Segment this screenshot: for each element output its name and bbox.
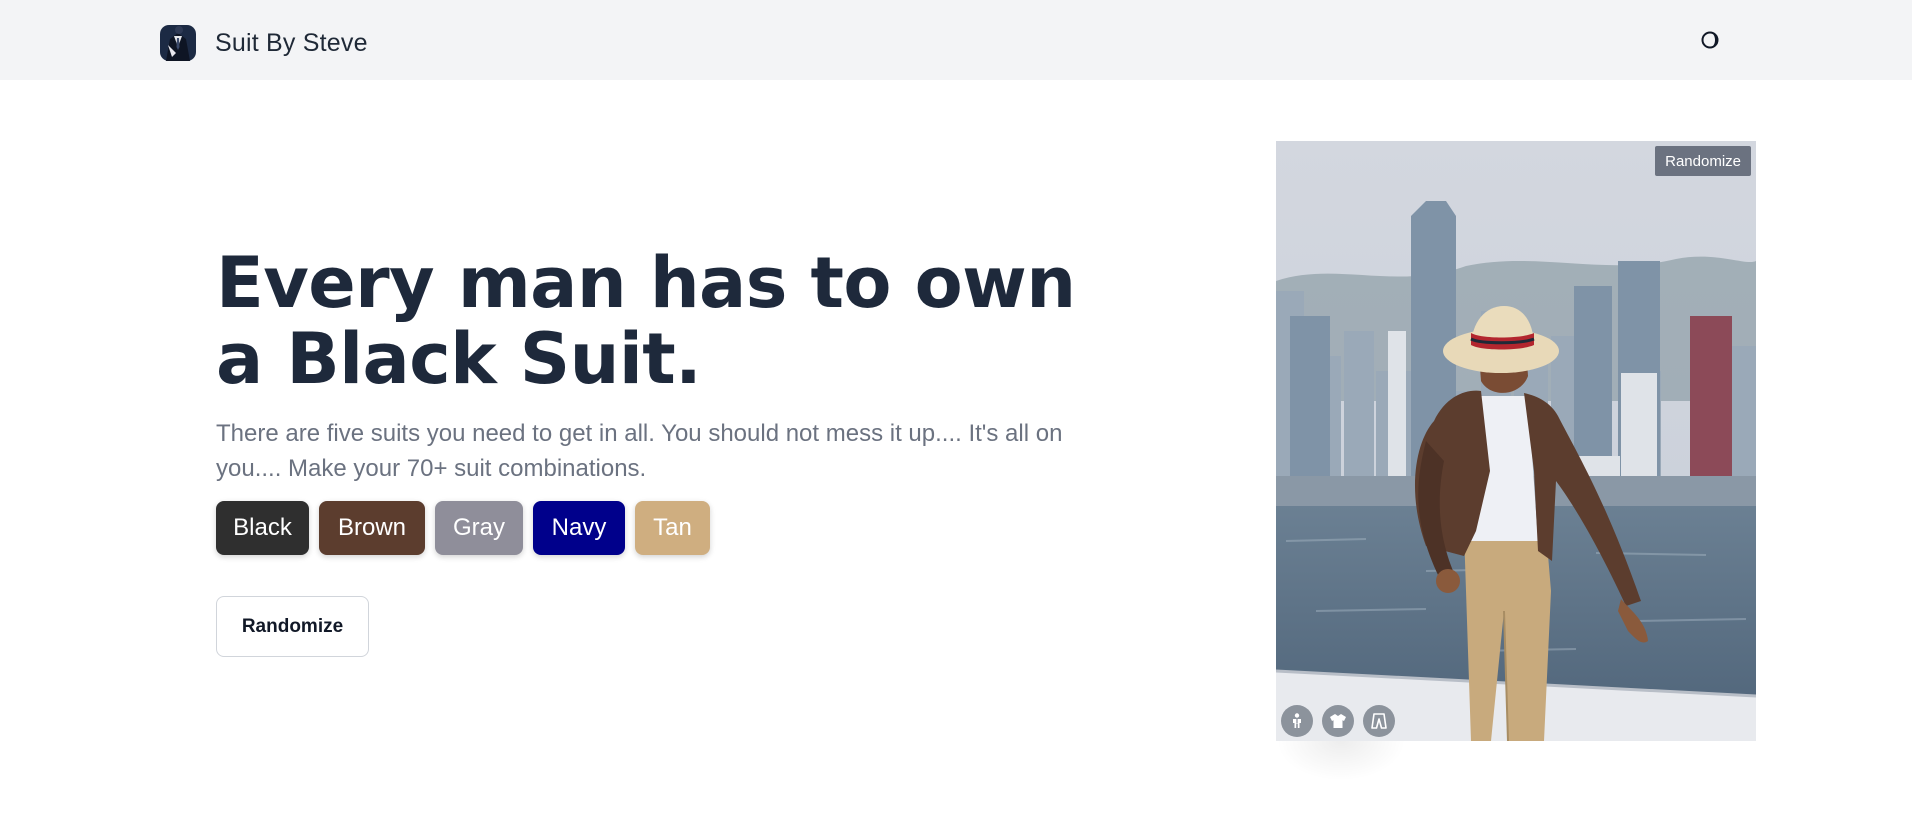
- toggle-shirt-button[interactable]: [1322, 705, 1354, 737]
- color-gray-button[interactable]: Gray: [435, 501, 523, 555]
- suit-logo-icon: [160, 25, 196, 61]
- shirt-icon: [1330, 714, 1346, 728]
- theme-toggle-button[interactable]: [1698, 28, 1722, 52]
- toggle-trousers-button[interactable]: [1363, 705, 1395, 737]
- randomize-button[interactable]: Randomize: [216, 596, 369, 657]
- hero-description: There are five suits you need to get in …: [216, 420, 1063, 482]
- preview-randomize-button[interactable]: Randomize: [1655, 146, 1751, 176]
- suit-preview-image: [1276, 141, 1756, 741]
- color-swatch-group: Black Brown Gray Navy Tan: [216, 501, 710, 555]
- trousers-icon: [1371, 713, 1387, 729]
- brand-name: Suit By Steve: [215, 28, 368, 57]
- toggle-person-button[interactable]: [1281, 705, 1313, 737]
- person-icon: [1293, 713, 1301, 728]
- hero-headline: Every man has to own a Black Suit.: [216, 242, 1076, 400]
- color-navy-button[interactable]: Navy: [533, 501, 625, 555]
- top-navbar: Suit By Steve: [0, 0, 1912, 80]
- color-tan-button[interactable]: Tan: [635, 501, 710, 555]
- color-black-button[interactable]: Black: [216, 501, 309, 555]
- color-brown-button[interactable]: Brown: [319, 501, 425, 555]
- brand-link[interactable]: Suit By Steve: [158, 23, 368, 63]
- half-moon-icon: [1701, 31, 1719, 49]
- layer-controls: [1281, 705, 1395, 737]
- preview-card-shadow: [1276, 741, 1406, 781]
- suit-preview-card: Randomize: [1276, 141, 1756, 741]
